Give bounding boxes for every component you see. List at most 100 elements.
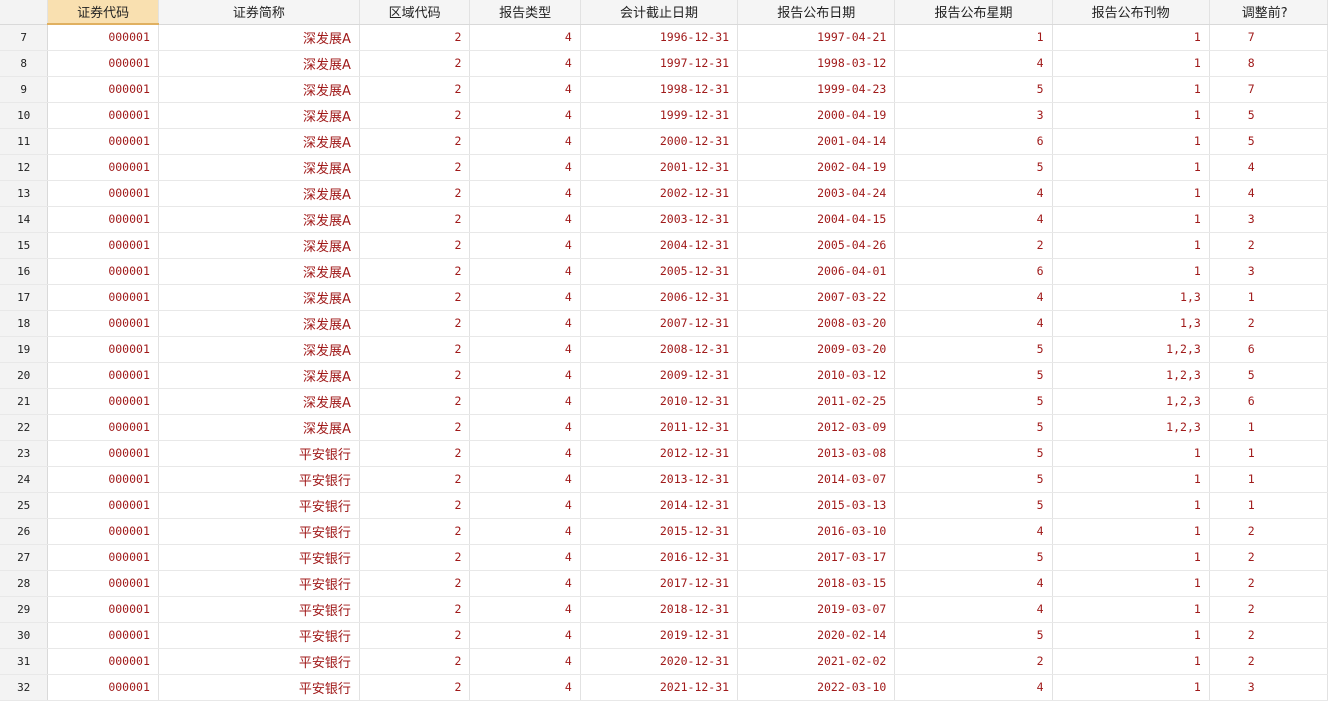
cell-publish-date[interactable]: 2015-03-13: [737, 492, 896, 519]
cell-accounting-date[interactable]: 2005-12-31: [580, 258, 739, 285]
cell-code[interactable]: 000001: [47, 440, 159, 467]
cell-code[interactable]: 000001: [47, 50, 159, 77]
cell-journal[interactable]: 1: [1052, 648, 1210, 675]
cell-publish-weekday[interactable]: 5: [894, 336, 1053, 363]
cell-name[interactable]: 深发展A: [158, 232, 360, 259]
cell-region[interactable]: 2: [359, 674, 471, 701]
cell-publish-weekday[interactable]: 5: [894, 466, 1053, 493]
cell-publish-date[interactable]: 1997-04-21: [737, 24, 896, 51]
cell-publish-weekday[interactable]: 2: [894, 648, 1053, 675]
cell-code[interactable]: 000001: [47, 258, 159, 285]
cell-name[interactable]: 深发展A: [158, 50, 360, 77]
cell-adjusted[interactable]: 5: [1209, 102, 1328, 129]
cell-publish-date[interactable]: 2011-02-25: [737, 388, 896, 415]
cell-type[interactable]: 4: [469, 570, 581, 597]
cell-adjusted[interactable]: 5: [1209, 128, 1328, 155]
row-number[interactable]: 17: [0, 284, 49, 311]
cell-publish-weekday[interactable]: 4: [894, 310, 1053, 337]
cell-code[interactable]: 000001: [47, 596, 159, 623]
cell-journal[interactable]: 1: [1052, 544, 1210, 571]
cell-journal[interactable]: 1: [1052, 492, 1210, 519]
cell-name[interactable]: 平安银行: [158, 440, 360, 467]
cell-region[interactable]: 2: [359, 596, 471, 623]
cell-code[interactable]: 000001: [47, 336, 159, 363]
table-row[interactable]: 8 000001 深发展A 2 4 1997-12-31 1998-03-12 4 1 8: [0, 50, 1328, 77]
cell-publish-weekday[interactable]: 4: [894, 50, 1053, 77]
cell-accounting-date[interactable]: 2016-12-31: [580, 544, 739, 571]
row-number[interactable]: 16: [0, 258, 49, 285]
cell-code[interactable]: 000001: [47, 414, 159, 441]
row-number[interactable]: 30: [0, 622, 49, 649]
cell-publish-date[interactable]: 2004-04-15: [737, 206, 896, 233]
cell-publish-weekday[interactable]: 5: [894, 544, 1053, 571]
row-number[interactable]: 23: [0, 440, 49, 467]
cell-accounting-date[interactable]: 2000-12-31: [580, 128, 739, 155]
cell-region[interactable]: 2: [359, 180, 471, 207]
cell-region[interactable]: 2: [359, 492, 471, 519]
table-row[interactable]: 32 000001 平安银行 2 4 2021-12-31 2022-03-10 4 1 3: [0, 674, 1328, 701]
table-row[interactable]: 30 000001 平安银行 2 4 2019-12-31 2020-02-14 5 1 2: [0, 622, 1328, 649]
cell-accounting-date[interactable]: 2010-12-31: [580, 388, 739, 415]
row-number[interactable]: 20: [0, 362, 49, 389]
cell-publish-date[interactable]: 2006-04-01: [737, 258, 896, 285]
cell-journal[interactable]: 1: [1052, 440, 1210, 467]
cell-region[interactable]: 2: [359, 24, 471, 51]
column-header-type[interactable]: 报告类型: [469, 0, 581, 25]
cell-code[interactable]: 000001: [47, 388, 159, 415]
cell-name[interactable]: 深发展A: [158, 128, 360, 155]
cell-publish-weekday[interactable]: 5: [894, 492, 1053, 519]
cell-adjusted[interactable]: 2: [1209, 310, 1328, 337]
cell-region[interactable]: 2: [359, 362, 471, 389]
row-number[interactable]: 22: [0, 414, 49, 441]
cell-publish-weekday[interactable]: 2: [894, 232, 1053, 259]
cell-code[interactable]: 000001: [47, 362, 159, 389]
cell-publish-weekday[interactable]: 4: [894, 674, 1053, 701]
column-header-publish-date[interactable]: 报告公布日期: [737, 0, 896, 25]
cell-accounting-date[interactable]: 2011-12-31: [580, 414, 739, 441]
cell-adjusted[interactable]: 6: [1209, 388, 1328, 415]
cell-accounting-date[interactable]: 2002-12-31: [580, 180, 739, 207]
table-row[interactable]: 21 000001 深发展A 2 4 2010-12-31 2011-02-25 5 1,2,3…: [0, 388, 1328, 415]
corner-cell[interactable]: [0, 0, 49, 25]
cell-type[interactable]: 4: [469, 24, 581, 51]
row-number[interactable]: 7: [0, 24, 49, 51]
cell-journal[interactable]: 1,2,3: [1052, 362, 1210, 389]
cell-region[interactable]: 2: [359, 388, 471, 415]
cell-accounting-date[interactable]: 2012-12-31: [580, 440, 739, 467]
cell-code[interactable]: 000001: [47, 128, 159, 155]
cell-adjusted[interactable]: 4: [1209, 154, 1328, 181]
cell-name[interactable]: 平安银行: [158, 544, 360, 571]
cell-adjusted[interactable]: 3: [1209, 258, 1328, 285]
cell-accounting-date[interactable]: 1996-12-31: [580, 24, 739, 51]
cell-publish-weekday[interactable]: 5: [894, 76, 1053, 103]
cell-adjusted[interactable]: 7: [1209, 24, 1328, 51]
cell-publish-date[interactable]: 2001-04-14: [737, 128, 896, 155]
cell-region[interactable]: 2: [359, 284, 471, 311]
cell-type[interactable]: 4: [469, 440, 581, 467]
cell-publish-date[interactable]: 2020-02-14: [737, 622, 896, 649]
cell-name[interactable]: 平安银行: [158, 518, 360, 545]
table-row[interactable]: 11 000001 深发展A 2 4 2000-12-31 2001-04-14 6 1 5: [0, 128, 1328, 155]
cell-adjusted[interactable]: 2: [1209, 622, 1328, 649]
cell-journal[interactable]: 1,2,3: [1052, 414, 1210, 441]
cell-journal[interactable]: 1,3: [1052, 310, 1210, 337]
row-number[interactable]: 18: [0, 310, 49, 337]
cell-name[interactable]: 平安银行: [158, 570, 360, 597]
cell-journal[interactable]: 1,3: [1052, 284, 1210, 311]
cell-adjusted[interactable]: 8: [1209, 50, 1328, 77]
cell-region[interactable]: 2: [359, 128, 471, 155]
row-number[interactable]: 26: [0, 518, 49, 545]
cell-accounting-date[interactable]: 2018-12-31: [580, 596, 739, 623]
cell-region[interactable]: 2: [359, 50, 471, 77]
cell-publish-date[interactable]: 2014-03-07: [737, 466, 896, 493]
cell-publish-weekday[interactable]: 6: [894, 258, 1053, 285]
column-header-name[interactable]: 证券简称: [158, 0, 360, 25]
cell-publish-date[interactable]: 2005-04-26: [737, 232, 896, 259]
cell-publish-weekday[interactable]: 4: [894, 206, 1053, 233]
cell-journal[interactable]: 1: [1052, 50, 1210, 77]
cell-adjusted[interactable]: 7: [1209, 76, 1328, 103]
cell-publish-date[interactable]: 2016-03-10: [737, 518, 896, 545]
row-number[interactable]: 9: [0, 76, 49, 103]
cell-name[interactable]: 深发展A: [158, 102, 360, 129]
cell-region[interactable]: 2: [359, 466, 471, 493]
